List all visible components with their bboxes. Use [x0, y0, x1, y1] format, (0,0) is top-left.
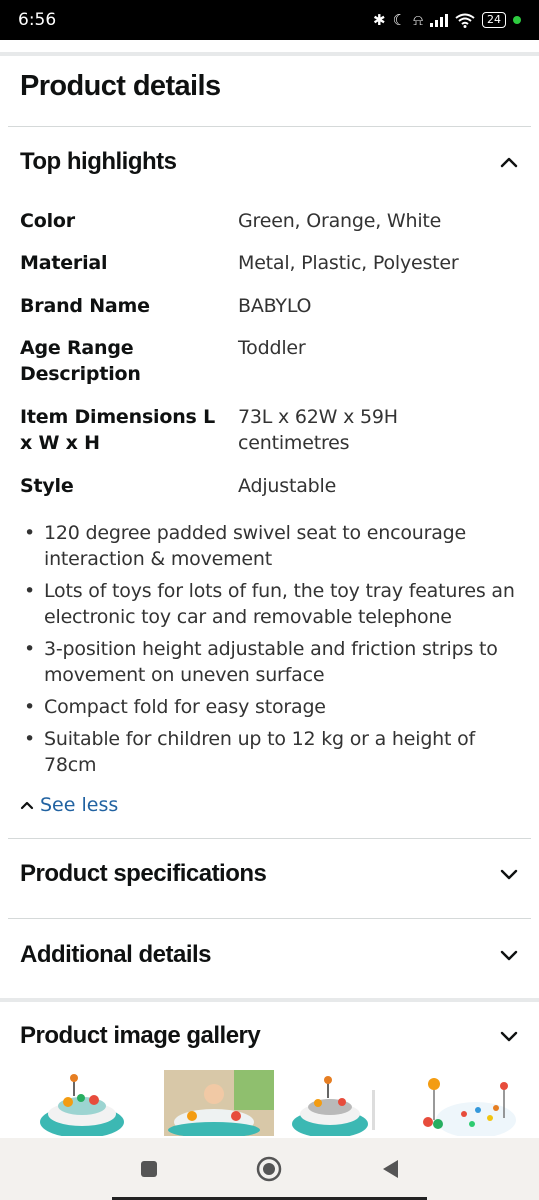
- section-divider: [0, 998, 539, 1002]
- battery-icon: 24: [482, 12, 506, 28]
- attr-value-brand: BABYLO: [238, 295, 312, 317]
- attr-value-dimensions: 73L x 62W x 59H centimetres: [238, 406, 398, 454]
- product-image-gallery-title: Product image gallery: [20, 1022, 261, 1049]
- chevron-down-icon[interactable]: [498, 863, 520, 885]
- list-item: Suitable for children up to 12 kg or a h…: [20, 726, 530, 778]
- top-highlights-title: Top highlights: [20, 148, 177, 175]
- gallery-thumbnail[interactable]: [290, 1070, 400, 1136]
- status-icons: ✱ ☾ ⍾ 24: [373, 11, 521, 29]
- divider: [8, 126, 531, 127]
- wifi-icon: [455, 13, 475, 28]
- signal-icon: [430, 14, 448, 27]
- list-item: 120 degree padded swivel seat to encoura…: [20, 520, 530, 572]
- product-specifications-title: Product specifications: [20, 860, 267, 887]
- feature-bullets: 120 degree padded swivel seat to encoura…: [20, 520, 530, 784]
- list-item: 3-position height adjustable and frictio…: [20, 636, 530, 688]
- system-navigation-bar: [0, 1138, 539, 1200]
- chevron-down-icon[interactable]: [498, 944, 520, 966]
- status-time: 6:56: [18, 10, 57, 30]
- chevron-down-icon[interactable]: [498, 1025, 520, 1047]
- see-less-link[interactable]: See less: [20, 794, 118, 816]
- attr-value-age-range: Toddler: [238, 337, 306, 359]
- attr-value-material: Metal, Plastic, Polyester: [238, 252, 459, 274]
- attr-value-color: Green, Orange, White: [238, 210, 442, 232]
- attr-label-color: Color: [20, 210, 75, 232]
- image-gallery: [38, 1070, 526, 1136]
- top-divider: [0, 52, 539, 56]
- additional-details-header[interactable]: Additional details: [20, 941, 520, 969]
- attr-label-material: Material: [20, 252, 108, 274]
- product-specifications-header[interactable]: Product specifications: [20, 860, 520, 888]
- gallery-thumbnail[interactable]: [38, 1070, 148, 1136]
- gallery-thumbnail[interactable]: [164, 1070, 274, 1136]
- page-title: Product details: [20, 70, 221, 102]
- gallery-thumbnail[interactable]: [416, 1070, 526, 1136]
- recent-apps-icon[interactable]: [139, 1159, 159, 1179]
- additional-details-title: Additional details: [20, 941, 212, 968]
- divider: [8, 838, 531, 839]
- attr-label-age-range: Age Range Description: [20, 337, 141, 385]
- back-icon[interactable]: [380, 1158, 400, 1180]
- attr-label-brand: Brand Name: [20, 295, 150, 317]
- top-highlights-header[interactable]: Top highlights: [20, 148, 520, 176]
- attr-label-style: Style: [20, 475, 74, 497]
- chevron-up-icon[interactable]: [498, 151, 520, 173]
- product-image-gallery-header[interactable]: Product image gallery: [20, 1022, 520, 1050]
- chevron-up-small-icon: [20, 801, 34, 810]
- list-item: Lots of toys for lots of fun, the toy tr…: [20, 578, 530, 630]
- home-icon[interactable]: [256, 1156, 282, 1182]
- bluetooth-icon: ✱: [373, 11, 386, 29]
- list-item: Compact fold for easy storage: [20, 694, 530, 720]
- privacy-indicator-dot: [513, 16, 521, 24]
- see-less-label: See less: [40, 794, 119, 816]
- divider: [8, 918, 531, 919]
- moon-icon: ☾: [392, 11, 407, 29]
- attr-value-style: Adjustable: [238, 475, 337, 497]
- attr-label-dimensions: Item Dimensions L x W x H: [20, 406, 215, 454]
- bell-off-icon: ⍾: [413, 11, 423, 29]
- status-bar: 6:56 ✱ ☾ ⍾ 24: [0, 0, 539, 40]
